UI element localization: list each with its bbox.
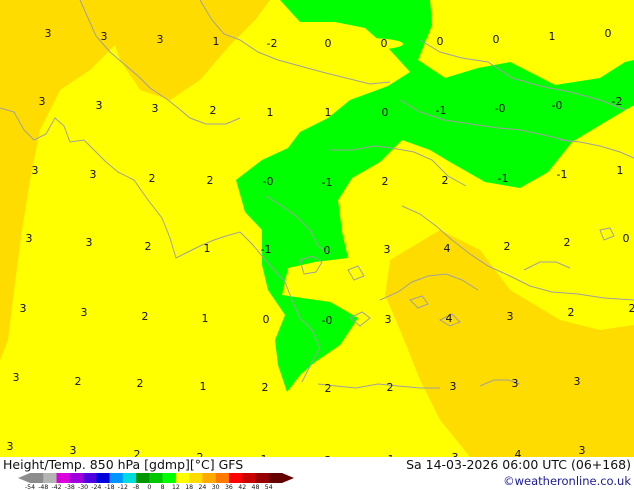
value-label: 0 (263, 313, 270, 326)
value-label: 3 (81, 306, 88, 319)
value-label: 3 (384, 243, 391, 256)
legend-tick-label: -38 (65, 484, 75, 490)
legend-tick-label: -24 (91, 484, 101, 490)
value-label: 0 (382, 106, 389, 119)
legend-tick-label: -54 (25, 484, 35, 490)
value-label: 2 (382, 175, 389, 188)
value-label: 3 (13, 371, 20, 384)
value-label: 3 (90, 168, 97, 181)
value-label: 2 (134, 448, 141, 457)
value-label: 0 (381, 37, 388, 50)
temperature-map: 3 3 3 1 -2 0 0 0 0 1 0 3 3 3 2 1 1 0 -1 -0 -0 -2 3 3 2 2 -0 -1 2 2 -1 -… (0, 0, 634, 457)
value-label: -1 (436, 104, 447, 117)
value-label: -0 (322, 314, 333, 327)
value-label: -0 (263, 175, 274, 188)
value-label: 3 (101, 30, 108, 43)
weather-map-screen: 3 3 3 1 -2 0 0 0 0 1 0 3 3 3 2 1 1 0 -1 -0 -0 -2 3 3 2 2 -0 -1 2 2 -1-… (0, 0, 634, 490)
value-label: 2 (568, 306, 575, 319)
value-label: 1 (325, 106, 332, 119)
value-label: 3 (96, 99, 103, 112)
value-label: 3 (20, 302, 27, 315)
legend-tick-label: 42 (238, 484, 246, 490)
value-label: 2 (145, 240, 152, 253)
value-label: 3 (45, 27, 52, 40)
legend-tick-label: -42 (51, 484, 61, 490)
value-label: 1 (202, 312, 209, 325)
value-label: 3 (574, 375, 581, 388)
legend-tick-label: 0 (147, 484, 151, 490)
value-label: 2 (262, 381, 269, 394)
color-legend-ticks: -54 -48 -42 -38 -30 -24 -18 -12 -8 0 8 12 18 24 30 36 42… (25, 484, 273, 490)
map-footer: Height/Temp. 850 hPa [gdmp][°C] GFS Sa 1… (0, 457, 634, 490)
value-label: 0 (437, 35, 444, 48)
legend-tick-label: -30 (78, 484, 88, 490)
value-label: 2 (629, 302, 634, 315)
value-label: 3 (512, 377, 519, 390)
value-label: 1 (200, 380, 207, 393)
value-label: 1 (549, 30, 556, 43)
value-label: 1 (617, 164, 624, 177)
value-label: 2 (75, 375, 82, 388)
forecast-datetime: Sa 14-03-2026 06:00 UTC (06+168) (406, 457, 631, 472)
value-label: 4 (515, 448, 522, 457)
value-label: 3 (70, 444, 77, 457)
legend-tick-label: 8 (161, 484, 165, 490)
value-label: 0 (605, 27, 612, 40)
legend-tick-label: 48 (252, 484, 260, 490)
legend-tick-label: -18 (105, 484, 115, 490)
value-label: 3 (86, 236, 93, 249)
value-label: -2 (612, 95, 623, 108)
legend-tick-label: -8 (133, 484, 139, 490)
legend-tick-label: 30 (212, 484, 220, 490)
value-label: 1 (267, 106, 274, 119)
value-label: 2 (387, 381, 394, 394)
value-label: 1 (213, 35, 220, 48)
value-label: 3 (450, 380, 457, 393)
legend-tick-label: 18 (185, 484, 193, 490)
value-label: 2 (142, 310, 149, 323)
value-label: 2 (564, 236, 571, 249)
value-label: 2 (504, 240, 511, 253)
value-label: -1 (322, 176, 333, 189)
value-label: 3 (26, 232, 33, 245)
value-label: -2 (267, 37, 278, 50)
value-label: -1 (498, 172, 509, 185)
value-label: 2 (137, 377, 144, 390)
legend-tick-label: 54 (265, 484, 273, 490)
value-label: 0 (493, 33, 500, 46)
value-label: 3 (157, 33, 164, 46)
value-label: 4 (444, 242, 451, 255)
value-label: 3 (152, 102, 159, 115)
legend-tick-label: 12 (172, 484, 180, 490)
value-label: -1 (261, 243, 272, 256)
value-label: 2 (210, 104, 217, 117)
legend-tick-label: 24 (198, 484, 206, 490)
value-label: 3 (507, 310, 514, 323)
value-label: 3 (39, 95, 46, 108)
legend-tick-label: -12 (118, 484, 128, 490)
value-label: 0 (324, 244, 331, 257)
value-label: 0 (623, 232, 630, 245)
value-label: 2 (442, 174, 449, 187)
value-label: 2 (325, 382, 332, 395)
value-label: 4 (446, 312, 453, 325)
value-label: 1 (204, 242, 211, 255)
value-label: 3 (385, 313, 392, 326)
value-label: 3 (32, 164, 39, 177)
legend-tick-label: 36 (225, 484, 233, 490)
value-label: 2 (149, 172, 156, 185)
value-label: -0 (495, 102, 506, 115)
legend-tick-label: -48 (38, 484, 48, 490)
value-label: 3 (7, 440, 14, 453)
warm-pocket-north (331, 38, 403, 50)
credit-link[interactable]: ©weatheronline.co.uk (503, 474, 631, 488)
value-label: 2 (207, 174, 214, 187)
value-label: 3 (579, 444, 586, 457)
value-label: -1 (557, 168, 568, 181)
map-title: Height/Temp. 850 hPa [gdmp][°C] GFS (3, 457, 244, 472)
value-label: 0 (325, 37, 332, 50)
value-label: -0 (552, 99, 563, 112)
